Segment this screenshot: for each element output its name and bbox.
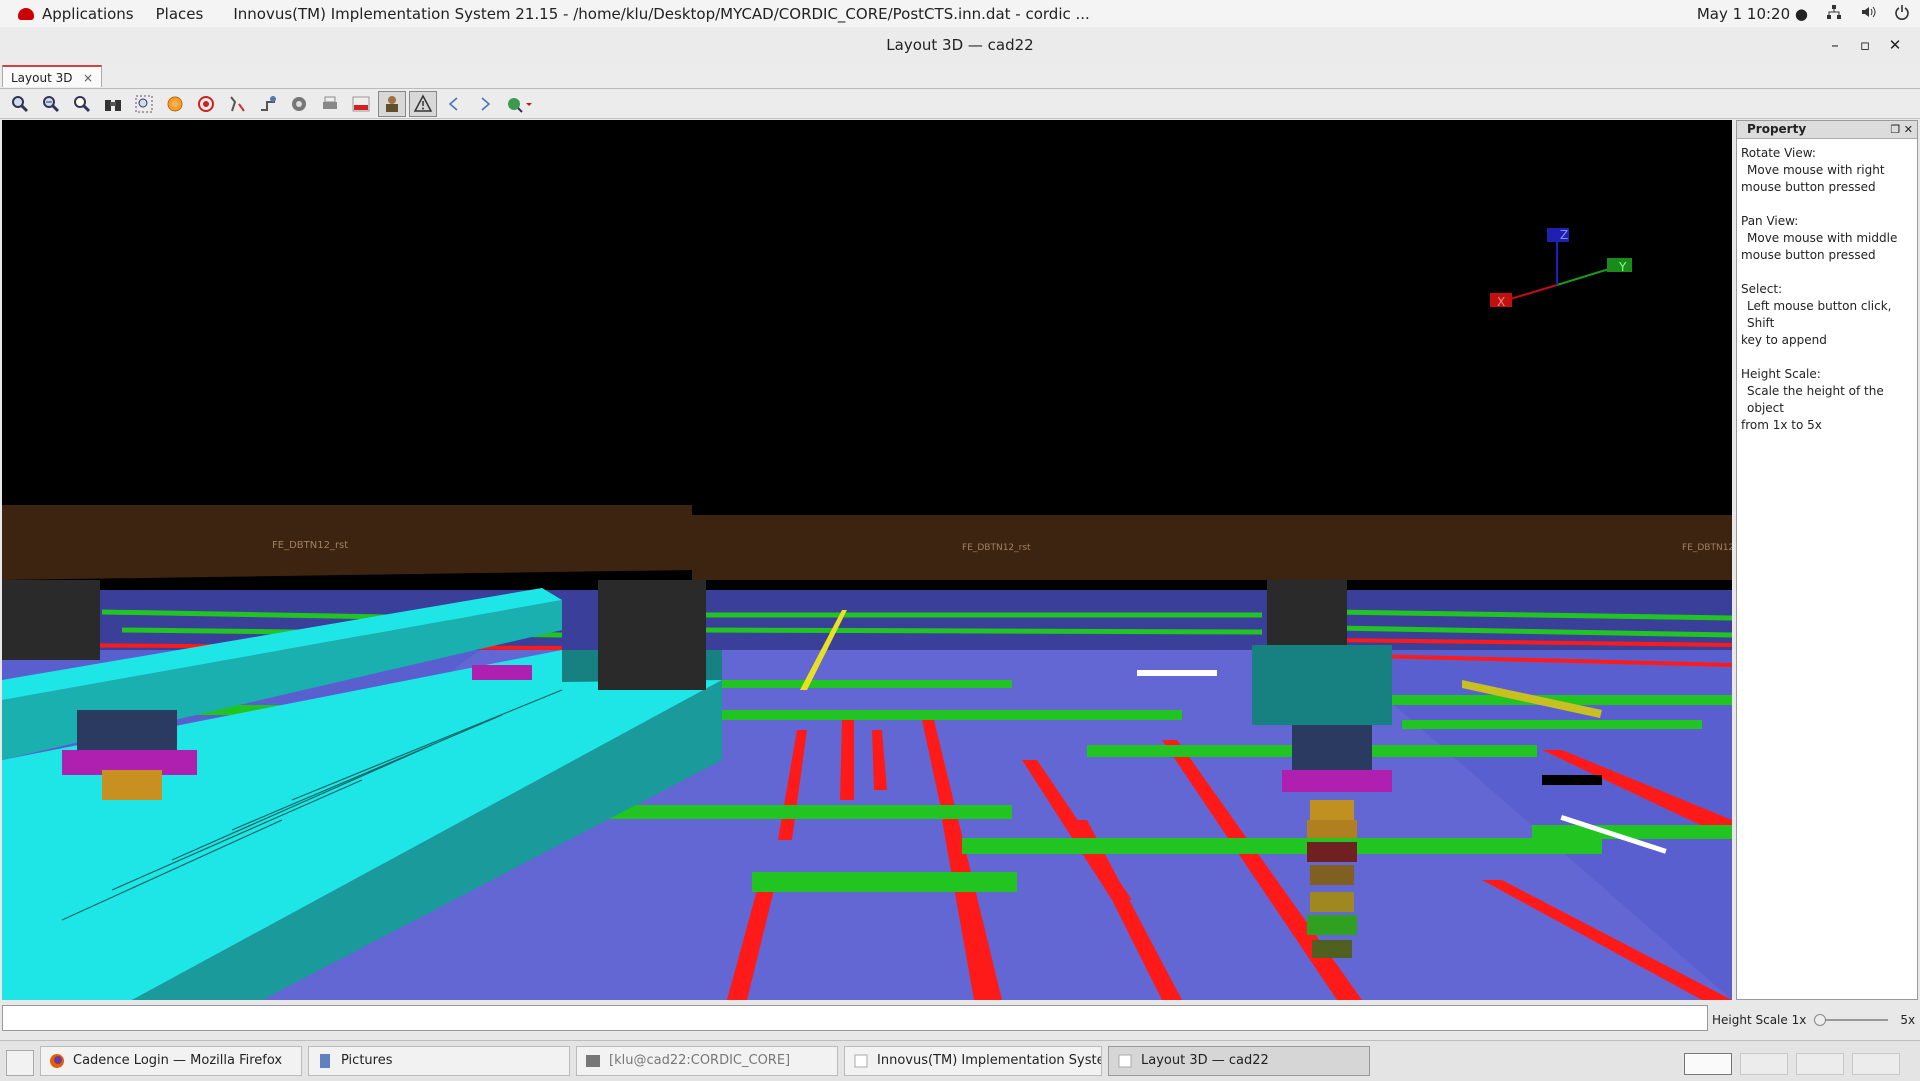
height-scale-control: Height Scale 1x 5x	[1712, 1005, 1918, 1035]
height-scale-label: Height Scale 1x	[1712, 1013, 1807, 1027]
layout-3d-canvas[interactable]: FE_DBTN12_rst FE_DBTN12_rst FE_DBTN12 Y …	[2, 120, 1732, 1000]
help-height-scale: Height Scale: Scale the height of the ob…	[1741, 366, 1913, 434]
task-label: Innovus(TM) Implementation Syste...	[877, 1053, 1102, 1068]
help-line: Scale the height of the object	[1747, 384, 1884, 415]
task-label: Cadence Login — Mozilla Firefox	[73, 1053, 283, 1068]
property-title: Property	[1747, 122, 1807, 136]
gear-icon[interactable]	[285, 91, 313, 117]
axes-gizmo: Y X Z	[1490, 228, 1632, 309]
height-scale-slider[interactable]	[1814, 1014, 1889, 1026]
task-label: Pictures	[341, 1053, 393, 1068]
tab-layout-3d[interactable]: Layout 3D ×	[2, 65, 102, 87]
datetime[interactable]: May 1 10:20 ●	[1697, 5, 1808, 23]
system-top-bar: Applications Places Innovus(TM) Implemen…	[0, 0, 1920, 28]
redhat-icon	[18, 7, 34, 20]
net-icon[interactable]	[254, 91, 282, 117]
help-line: Move mouse with right	[1747, 163, 1885, 177]
close-window-button[interactable]: ✕	[1880, 36, 1910, 54]
back-arrow-icon[interactable]	[440, 91, 468, 117]
property-panel-header: Property ❐ ✕	[1737, 121, 1917, 139]
tab-strip: Layout 3D ×	[0, 63, 1920, 89]
target-icon[interactable]	[192, 91, 220, 117]
power-icon[interactable]	[1894, 4, 1910, 24]
panel-controls: ❐ ✕	[1890, 121, 1913, 138]
firefox-icon	[50, 1054, 64, 1068]
globe-dropdown-icon[interactable]	[502, 91, 538, 117]
print-icon[interactable]	[316, 91, 344, 117]
close-panel-icon[interactable]: ✕	[1904, 123, 1913, 136]
cell-label-3: FE_DBTN12	[1682, 543, 1732, 553]
maximize-button[interactable]: ▫	[1850, 36, 1880, 54]
orange-circle-icon[interactable]	[161, 91, 189, 117]
property-panel: Property ❐ ✕ Rotate View: Move mouse wit…	[1736, 120, 1918, 1000]
zoom-out-icon[interactable]	[37, 91, 65, 117]
help-heading: Pan View:	[1741, 214, 1799, 228]
help-rotate: Rotate View: Move mouse with right mouse…	[1741, 145, 1913, 196]
applications-label: Applications	[42, 4, 134, 23]
help-heading: Height Scale:	[1741, 367, 1821, 381]
forward-arrow-icon[interactable]	[471, 91, 499, 117]
places-label: Places	[155, 4, 204, 23]
layout-3d-scene: FE_DBTN12_rst FE_DBTN12_rst FE_DBTN12 Y …	[2, 228, 1732, 1000]
task-pictures[interactable]: Pictures	[308, 1046, 570, 1076]
task-label: [klu@cad22:CORDIC_CORE]	[609, 1053, 791, 1068]
volume-icon[interactable]	[1860, 4, 1876, 24]
command-input[interactable]	[2, 1005, 1708, 1031]
workspace-1[interactable]	[1684, 1053, 1732, 1075]
workspace-2[interactable]	[1740, 1053, 1788, 1075]
person-icon[interactable]	[378, 90, 406, 117]
cell-label-1: FE_DBTN12_rst	[272, 540, 348, 551]
help-line: mouse button pressed	[1741, 180, 1876, 194]
help-line: Left mouse button click, Shift	[1747, 299, 1892, 330]
folder-icon	[320, 1054, 330, 1068]
help-pan: Pan View: Move mouse with middle mouse b…	[1741, 213, 1913, 264]
toolbar	[0, 89, 1920, 119]
help-line: mouse button pressed	[1741, 248, 1876, 262]
help-line: from 1x to 5x	[1741, 418, 1822, 432]
height-scale-knob[interactable]	[1814, 1014, 1827, 1026]
help-line: key to append	[1741, 333, 1827, 347]
warning-icon[interactable]	[409, 90, 437, 117]
height-scale-max: 5x	[1900, 1013, 1916, 1027]
gif-icon[interactable]	[347, 91, 375, 117]
binoculars-icon[interactable]	[99, 91, 127, 117]
taskbar: Cadence Login — Mozilla Firefox Pictures…	[0, 1040, 1920, 1081]
window-title: Layout 3D — cad22	[0, 27, 1920, 64]
route-icon[interactable]	[223, 91, 251, 117]
tab-close-icon[interactable]: ×	[83, 67, 93, 89]
help-heading: Select:	[1741, 282, 1783, 296]
show-desktop-icon[interactable]	[6, 1050, 34, 1076]
minimize-button[interactable]: –	[1820, 36, 1850, 54]
applications-menu[interactable]: Applications	[12, 5, 134, 23]
zoom-fit-icon[interactable]	[68, 91, 96, 117]
places-menu[interactable]: Places	[156, 5, 204, 23]
terminal-icon	[586, 1055, 600, 1067]
float-panel-icon[interactable]: ❐	[1890, 123, 1900, 136]
workspace-3[interactable]	[1796, 1053, 1844, 1075]
app-icon	[1118, 1054, 1132, 1068]
app-icon	[854, 1054, 868, 1068]
active-window-title[interactable]: Innovus(TM) Implementation System 21.15 …	[233, 5, 1089, 23]
task-layout-3d[interactable]: Layout 3D — cad22	[1108, 1046, 1370, 1076]
cell-label-2: FE_DBTN12_rst	[962, 543, 1031, 553]
tab-label: Layout 3D	[11, 71, 73, 85]
help-line: Move mouse with middle	[1747, 231, 1898, 245]
task-terminal[interactable]: [klu@cad22:CORDIC_CORE]	[576, 1046, 838, 1076]
axis-x-label: X	[1497, 295, 1505, 309]
axis-y-label: Y	[1618, 260, 1627, 274]
task-innovus[interactable]: Innovus(TM) Implementation Syste...	[844, 1046, 1102, 1076]
zoom-in-icon[interactable]	[6, 91, 34, 117]
workspace-4[interactable]	[1852, 1053, 1900, 1075]
task-firefox[interactable]: Cadence Login — Mozilla Firefox	[40, 1046, 302, 1076]
axis-z-label: Z	[1560, 228, 1568, 242]
task-label: Layout 3D — cad22	[1141, 1053, 1269, 1068]
network-icon[interactable]	[1826, 4, 1842, 24]
help-select: Select: Left mouse button click, Shift k…	[1741, 281, 1913, 349]
zoom-area-icon[interactable]	[130, 91, 158, 117]
help-heading: Rotate View:	[1741, 146, 1816, 160]
